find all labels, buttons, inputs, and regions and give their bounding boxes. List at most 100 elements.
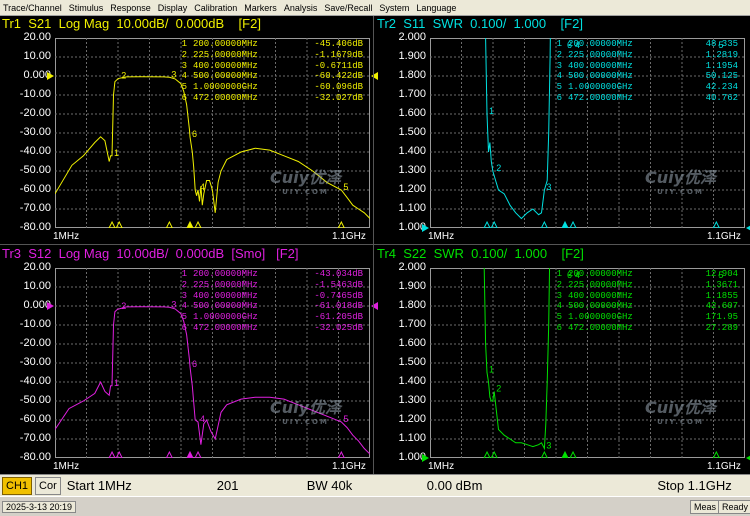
marker-value: 42.234	[705, 82, 738, 93]
marker-row[interactable]: 5 1.0000000GHz -61.205dB	[173, 312, 363, 323]
marker-row[interactable]: 2 225.00000MHz -1.5463dB	[173, 280, 363, 291]
marker-frequency: 472.00000MHz	[568, 92, 633, 103]
marker-label-1: 1	[114, 148, 119, 158]
y-tick-label: -60.00	[19, 413, 51, 425]
marker-row[interactable]: 1 200.00000MHz 48.335	[548, 39, 738, 50]
start-frequency[interactable]: Start 1MHz	[67, 478, 217, 493]
marker-table: 1 200.00000MHz 48.335 2 225.00000MHz 1.2819 3 4…	[548, 39, 738, 104]
marker-row[interactable]: 3 400.00000MHz -0.7465dB	[173, 291, 363, 302]
trace-title[interactable]: Tr2 S11 SWR 0.100/ 1.000 [F2]	[377, 16, 583, 32]
marker-row[interactable]: 4 500.00000MHz 50.125	[548, 71, 738, 82]
correction-indicator[interactable]: Cor	[35, 476, 61, 495]
marker-row[interactable]: 6 472.00000MHz -32.027dB	[173, 93, 363, 104]
marker-row[interactable]: 2 225.00000MHz 1.2819	[548, 50, 738, 61]
marker-row[interactable]: 4 500.00000MHz 42.607	[548, 301, 738, 312]
marker-triangle-6	[186, 220, 194, 228]
marker-number: 6	[556, 92, 562, 103]
menu-item-display[interactable]: Display	[155, 0, 192, 16]
sweep-points[interactable]: 201	[217, 478, 307, 493]
marker-label-4: 4	[200, 414, 205, 424]
reference-arrow-icon[interactable]	[47, 302, 54, 310]
marker-triangle-6	[561, 450, 569, 458]
y-tick-label: -70.00	[19, 432, 51, 444]
marker-number: 6	[181, 92, 187, 103]
marker-label-6: 6	[192, 359, 197, 369]
marker-frequency: 200.00000MHz	[568, 39, 633, 49]
marker-row[interactable]: 2 225.00000MHz 1.3671	[548, 280, 738, 291]
marker-value: -61.018dB	[314, 301, 363, 312]
reference-arrow-icon[interactable]	[422, 224, 429, 232]
marker-row[interactable]: 3 400.00000MHz 1.1954	[548, 61, 738, 72]
watermark-text: Cuiy优泽	[270, 168, 342, 187]
y-tick-label: 1.000	[398, 451, 426, 463]
x-start-label: 1MHz	[428, 231, 455, 242]
marker-row[interactable]: 5 1.0000000GHz 171.95	[548, 312, 738, 323]
marker-number: 4	[181, 71, 187, 82]
menu-item-analysis[interactable]: Analysis	[281, 0, 322, 16]
ready-indicator: Ready	[718, 500, 750, 514]
source-power[interactable]: 0.00 dBm	[427, 478, 652, 493]
marker-row[interactable]: 6 472.00000MHz 27.289	[548, 323, 738, 334]
marker-row[interactable]: 6 472.00000MHz -32.025dB	[173, 323, 363, 334]
trace-title[interactable]: Tr3 S12 Log Mag 10.00dB/ 0.000dB [Smo] […	[2, 246, 299, 262]
marker-label-4: 4	[200, 182, 205, 192]
menu-item-save-recall[interactable]: Save/Recall	[321, 0, 376, 16]
marker-number: 2	[556, 49, 562, 60]
menu-item-stimulus[interactable]: Stimulus	[66, 0, 108, 16]
y-tick-label: -70.00	[19, 202, 51, 214]
marker-number: 2	[181, 49, 187, 60]
reference-arrow-icon[interactable]	[47, 72, 54, 80]
marker-frequency: 1.0000000GHz	[568, 82, 633, 93]
menu-item-markers[interactable]: Markers	[241, 0, 281, 16]
marker-row[interactable]: 4 500.00000MHz -61.018dB	[173, 301, 363, 312]
marker-frequency: 400.00000MHz	[568, 290, 633, 301]
channel-indicator[interactable]: CH1	[2, 476, 33, 495]
marker-row[interactable]: 1 200.00000MHz -43.034dB	[173, 269, 363, 280]
stop-frequency[interactable]: Stop 1.1GHz	[652, 478, 731, 493]
marker-frequency: 472.00000MHz	[568, 322, 633, 333]
status-bar: CH1 Cor Start 1MHz 201 BW 40k 0.00 dBm S…	[0, 474, 750, 496]
if-bandwidth[interactable]: BW 40k	[307, 478, 427, 493]
marker-row[interactable]: 1 200.00000MHz -45.406dB	[173, 39, 363, 50]
trace-panel-tr4[interactable]: Tr4 S22 SWR 0.100/ 1.000 [F2] 2.000 1.900 1…	[375, 246, 750, 474]
trace-title[interactable]: Tr4 S22 SWR 0.100/ 1.000 [F2]	[377, 246, 584, 262]
trace-panel-tr3[interactable]: Tr3 S12 Log Mag 10.00dB/ 0.000dB [Smo] […	[0, 246, 378, 474]
menu-item-trace-channel[interactable]: Trace/Channel	[0, 0, 66, 16]
reference-arrow-icon[interactable]	[422, 454, 429, 462]
marker-row[interactable]: 2 225.00000MHz -1.1679dB	[173, 50, 363, 61]
watermark-logo: Cuiy优泽 UIY.COM	[645, 394, 716, 426]
y-tick-label: 1.800	[398, 299, 426, 311]
marker-table: 1 200.00000MHz 12.904 2 225.00000MHz 1.3671 3 4…	[548, 269, 738, 334]
panel-divider	[0, 244, 750, 245]
watermark-subtext: UIY.COM	[282, 188, 329, 196]
menu-item-calibration[interactable]: Calibration	[191, 0, 241, 16]
menu-item-system[interactable]: System	[376, 0, 413, 16]
marker-value: 42.607	[705, 301, 738, 312]
reference-arrow-icon[interactable]	[746, 224, 750, 232]
marker-row[interactable]: 4 500.00000MHz -60.422dB	[173, 71, 363, 82]
y-tick-label: -60.00	[19, 183, 51, 195]
marker-value: 27.289	[705, 322, 738, 333]
trace-title[interactable]: Tr1 S21 Log Mag 10.00dB/ 0.000dB [F2]	[2, 16, 261, 32]
y-tick-label: 20.00	[23, 31, 51, 43]
marker-row[interactable]: 5 1.0000000GHz 42.234	[548, 82, 738, 93]
menu-item-response[interactable]: Response	[107, 0, 155, 16]
y-tick-label: 1.600	[398, 337, 426, 349]
marker-label-3: 3	[546, 182, 551, 192]
marker-value: 12.904	[705, 269, 738, 279]
marker-row[interactable]: 6 472.00000MHz 40.762	[548, 93, 738, 104]
marker-row[interactable]: 1 200.00000MHz 12.904	[548, 269, 738, 280]
x-stop-label: 1.1GHz	[332, 231, 366, 242]
marker-row[interactable]: 5 1.0000000GHz -60.096dB	[173, 82, 363, 93]
meas-indicator[interactable]: Meas	[690, 500, 721, 514]
menu-item-language[interactable]: Language	[413, 0, 460, 16]
y-tick-label: 1.100	[398, 202, 426, 214]
y-tick-label: 1.400	[398, 375, 426, 387]
y-tick-label: -20.00	[19, 107, 51, 119]
trace-panel-tr1[interactable]: Tr1 S21 Log Mag 10.00dB/ 0.000dB [F2] 20.…	[0, 16, 378, 244]
marker-row[interactable]: 3 400.00000MHz 1.1855	[548, 291, 738, 302]
trace-panel-tr2[interactable]: Tr2 S11 SWR 0.100/ 1.000 [F2] 2.000 1.900 1…	[375, 16, 750, 244]
reference-arrow-icon[interactable]	[746, 454, 750, 462]
marker-value: -1.5463dB	[314, 279, 363, 290]
marker-row[interactable]: 3 400.00000MHz -0.6711dB	[173, 61, 363, 72]
